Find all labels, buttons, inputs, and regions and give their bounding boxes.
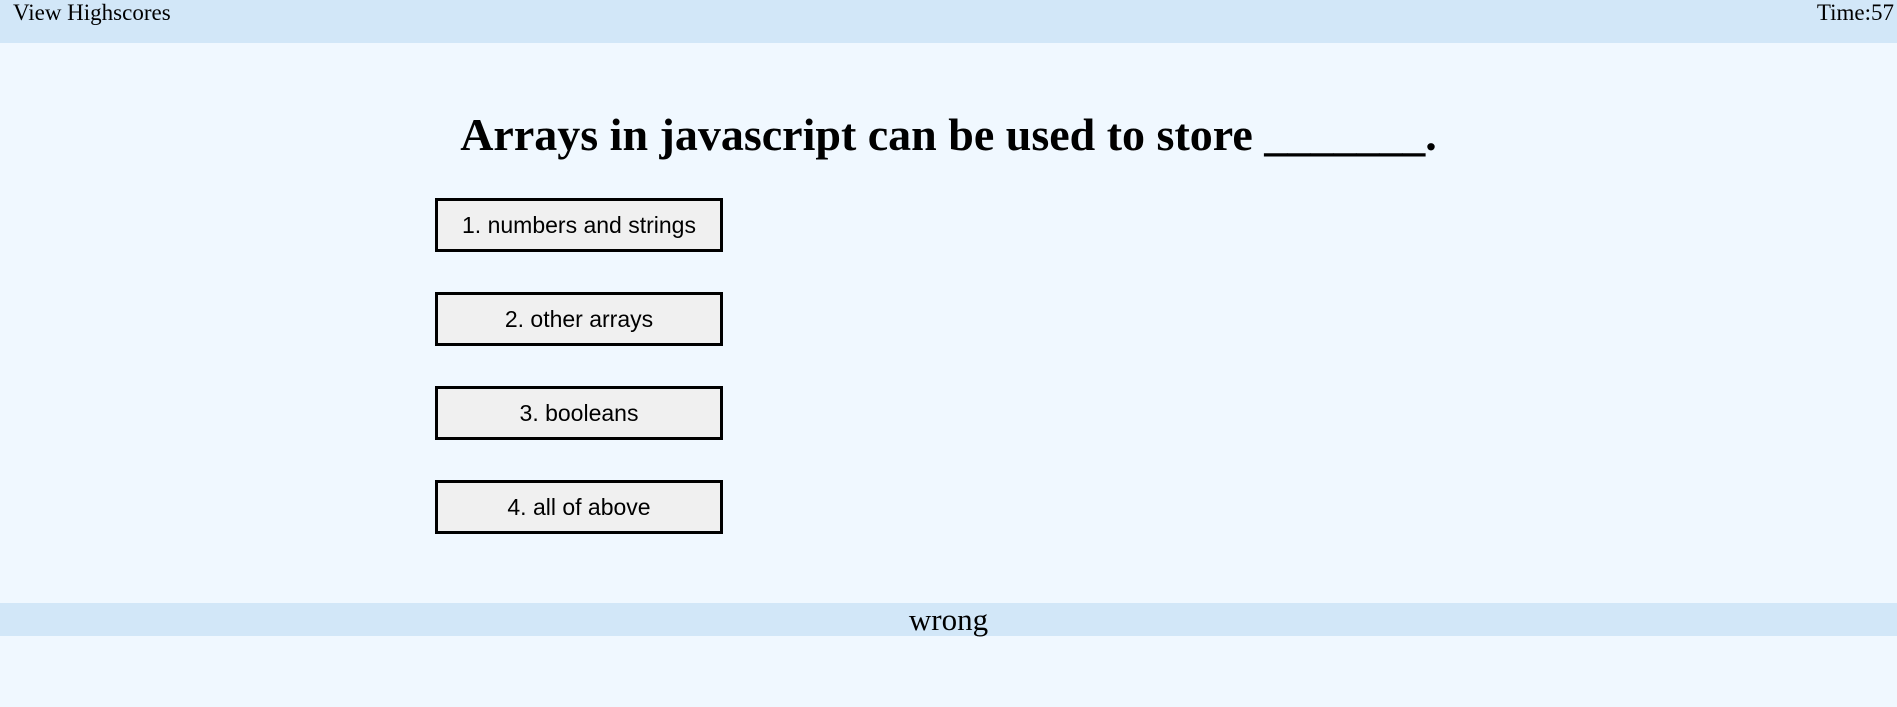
timer: Time:57: [1816, 0, 1894, 25]
answer-button-1[interactable]: 1. numbers and strings: [435, 198, 723, 252]
top-bar: View Highscores Time:57: [0, 0, 1897, 43]
answer-list: 1. numbers and strings 2. other arrays 3…: [435, 198, 723, 574]
answer-button-3[interactable]: 3. booleans: [435, 386, 723, 440]
feedback-message: wrong: [0, 603, 1897, 637]
answer-button-2[interactable]: 2. other arrays: [435, 292, 723, 346]
question-title: Arrays in javascript can be used to stor…: [460, 109, 1437, 160]
answer-button-4[interactable]: 4. all of above: [435, 480, 723, 534]
view-highscores-link[interactable]: View Highscores: [13, 0, 171, 26]
